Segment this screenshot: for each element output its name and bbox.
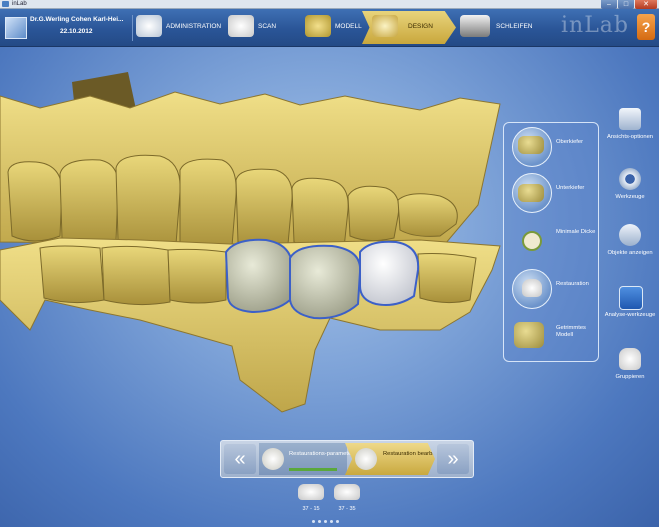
group-button[interactable]: Gruppieren (604, 348, 656, 406)
page-dot[interactable] (324, 520, 327, 523)
phase-schleifen[interactable]: SCHLEIFEN (460, 11, 540, 44)
brand-logo: inLab (560, 13, 629, 38)
window-titlebar: inLab – □ ✕ (0, 0, 659, 9)
crown-icon (298, 484, 324, 500)
tool-label: Ansichts-optionen (606, 134, 654, 140)
restoration-label: 37 - 15 (302, 506, 320, 512)
step-label: Restaurations-parameter (289, 451, 354, 457)
phase-label: SCAN (258, 23, 277, 30)
page-dot[interactable] (336, 520, 339, 523)
page-indicator[interactable] (312, 520, 339, 523)
app-icon (2, 1, 9, 7)
phase-label: DESIGN (408, 23, 433, 30)
edit-restoration-icon (355, 448, 377, 470)
tool-label: Objekte anzeigen (607, 250, 653, 256)
analysis-tools-icon (619, 286, 643, 310)
analysis-tools-button[interactable]: Analyse-werkzeuge (604, 286, 656, 344)
restoration-parameters-icon (262, 448, 284, 470)
trimmed-model-icon (514, 322, 544, 348)
toggle-restoration[interactable]: Restauration (510, 269, 596, 309)
model-display-panel: Oberkiefer Unterkiefer Minimale Dicke Re… (503, 122, 599, 362)
restoration-label: 37 - 35 (338, 506, 356, 512)
tool-label: Analyse-werkzeuge (604, 312, 656, 318)
step-restoration-parameters[interactable]: Restaurations-parameter (259, 443, 353, 475)
tool-label: Gruppieren (615, 374, 645, 380)
group-icon (619, 348, 641, 370)
step-label: Restauration bearbeiten (383, 451, 445, 457)
tool-label: Werkzeuge (615, 194, 645, 200)
close-button[interactable]: ✕ (635, 0, 657, 9)
scan-icon (228, 15, 254, 37)
tools-button[interactable]: Werkzeuge (604, 168, 656, 226)
crown-middle (289, 244, 362, 320)
mill-icon (460, 15, 490, 37)
page-dot[interactable] (312, 520, 315, 523)
patient-name: Dr.G.Werling Cohen Karl-Hei... (30, 16, 124, 23)
restoration-icon (512, 269, 552, 309)
phase-bar: Dr.G.Werling Cohen Karl-Hei... 22.10.201… (0, 9, 659, 47)
step-progress-bar (289, 468, 337, 471)
minimize-button[interactable]: – (601, 0, 617, 9)
restoration-selector: 37 - 15 37 - 35 (290, 484, 370, 524)
crown-right (359, 240, 420, 306)
administration-icon (136, 15, 162, 37)
model-icon (305, 15, 331, 37)
window-title: inLab (12, 1, 27, 7)
next-step-button[interactable]: » (437, 444, 469, 474)
show-objects-icon (619, 224, 641, 246)
phase-label: MODELL (335, 23, 362, 30)
toggle-trimmed-model[interactable]: Getrimmtes Modell (510, 317, 596, 357)
phase-label: SCHLEIFEN (496, 23, 533, 30)
panel-item-label: Getrimmtes Modell (556, 325, 586, 338)
design-icon (372, 15, 398, 37)
previous-step-button[interactable]: « (224, 444, 256, 474)
tools-icon (619, 168, 641, 190)
restoration-item[interactable]: 37 - 35 (330, 484, 364, 512)
phase-administration[interactable]: ADMINISTRATION (136, 11, 226, 44)
panel-item-label: Minimale Dicke (556, 229, 596, 235)
show-objects-button[interactable]: Objekte anzeigen (604, 224, 656, 282)
view-options-icon (619, 108, 641, 130)
panel-item-label: Restauration (556, 281, 589, 287)
workflow-step-bar: « Restaurations-parameter Restauration b… (220, 440, 474, 478)
panel-item-label: Oberkiefer (556, 139, 584, 145)
lower-jaw-icon (512, 173, 552, 213)
help-button[interactable]: ? (637, 14, 655, 40)
upper-jaw-icon (512, 127, 552, 167)
page-dot[interactable] (330, 520, 333, 523)
crown-icon (334, 484, 360, 500)
phase-scan[interactable]: SCAN (228, 11, 298, 44)
patient-folder-icon (5, 17, 27, 39)
phase-design[interactable]: DESIGN (362, 11, 456, 44)
maximize-button[interactable]: □ (618, 0, 634, 9)
divider (132, 15, 133, 41)
patient-info[interactable]: Dr.G.Werling Cohen Karl-Hei... 22.10.201… (2, 9, 130, 46)
toggle-minimal-thickness[interactable]: Minimale Dicke (510, 221, 596, 261)
patient-date: 22.10.2012 (60, 28, 93, 35)
toggle-upper-jaw[interactable]: Oberkiefer (510, 127, 596, 167)
page-dot[interactable] (318, 520, 321, 523)
view-options-button[interactable]: Ansichts-optionen (604, 108, 656, 166)
step-edit-restoration[interactable]: Restauration bearbeiten (345, 443, 435, 475)
crown-left (224, 238, 294, 314)
phase-label: ADMINISTRATION (166, 23, 222, 30)
toggle-lower-jaw[interactable]: Unterkiefer (510, 173, 596, 213)
window-controls: – □ ✕ (601, 0, 657, 9)
restoration-item[interactable]: 37 - 15 (294, 484, 328, 512)
panel-item-label: Unterkiefer (556, 185, 585, 191)
minimal-thickness-icon (522, 231, 542, 251)
